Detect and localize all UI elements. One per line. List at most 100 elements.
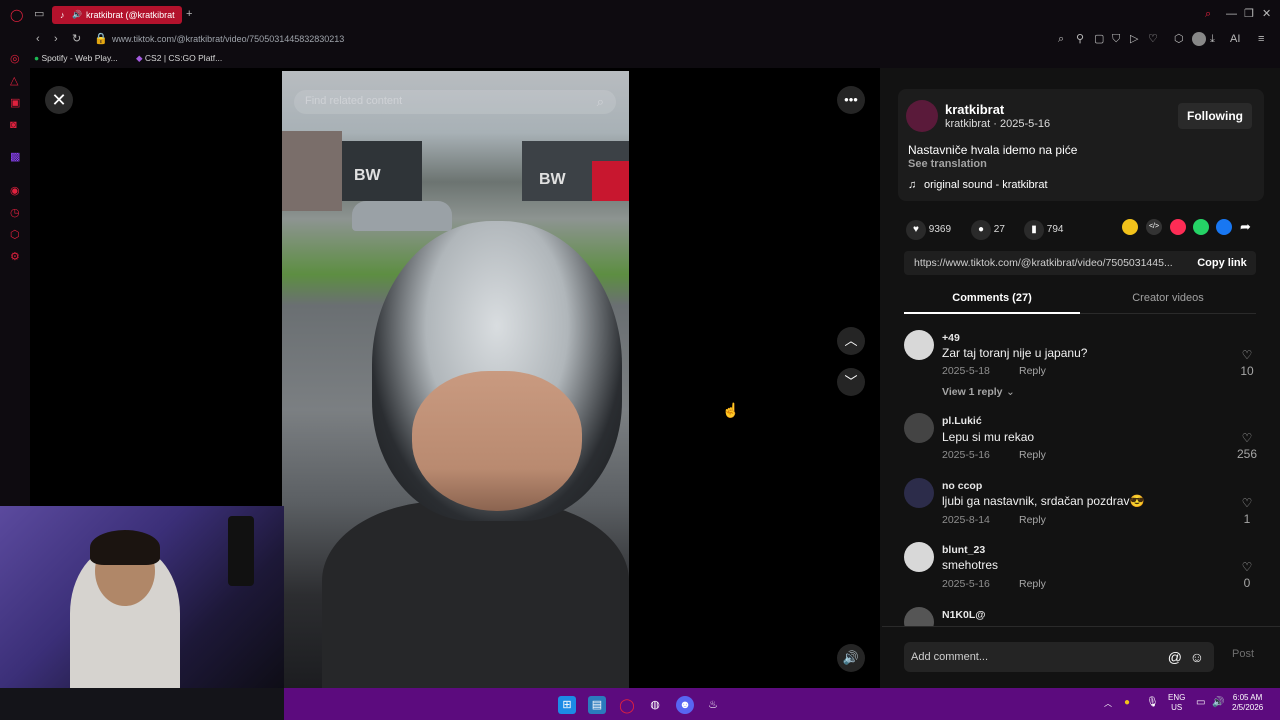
- sidebar-twitch-icon[interactable]: ▩: [10, 152, 20, 163]
- embed-icon[interactable]: </>: [1146, 219, 1162, 235]
- clock[interactable]: 6:05 AM 2/5/2026: [1232, 693, 1263, 713]
- comment-input[interactable]: Add comment... @ ☺: [904, 642, 1214, 672]
- author-avatar[interactable]: [906, 100, 938, 132]
- author-name[interactable]: kratkibrat: [945, 102, 1004, 117]
- commenter-avatar[interactable]: [904, 330, 934, 360]
- shield-icon[interactable]: ⛉: [1112, 34, 1120, 45]
- volume-button[interactable]: 🔊: [837, 644, 865, 672]
- tab-manager-icon[interactable]: ▭: [34, 9, 44, 20]
- snapshot-icon[interactable]: ▢: [1094, 34, 1104, 45]
- opera-taskbar-icon[interactable]: ◯: [618, 696, 636, 714]
- like-heart-icon[interactable]: ♡: [1232, 348, 1262, 362]
- search-icon[interactable]: ⌕: [1205, 9, 1211, 20]
- comments-list[interactable]: +49 Zar taj toranj nije u japanu? 2025-5…: [882, 320, 1280, 626]
- restore-icon[interactable]: ❐: [1244, 9, 1254, 20]
- commenter-avatar[interactable]: [904, 413, 934, 443]
- tab-creator-videos[interactable]: Creator videos: [1080, 290, 1256, 314]
- tray-app-icon[interactable]: ●: [1124, 698, 1130, 708]
- mention-icon[interactable]: @: [1168, 649, 1182, 665]
- bookmark-spotify[interactable]: ● Spotify - Web Play...: [34, 53, 118, 63]
- obs-icon[interactable]: ◍: [646, 696, 664, 714]
- search-icon[interactable]: ⌕: [597, 94, 604, 110]
- following-button[interactable]: Following: [1178, 103, 1252, 129]
- emoji-icon[interactable]: ☺: [1190, 649, 1204, 665]
- ai-icon[interactable]: AI: [1230, 34, 1240, 45]
- list-item: pl.Lukić Lepu si mu rekao 2025-5-16 Repl…: [882, 410, 1280, 474]
- comment-date: 2025-5-16: [942, 578, 990, 590]
- bookmark-cs2[interactable]: ◆ CS2 | CS:GO Platf...: [136, 53, 222, 64]
- extensions-icon[interactable]: ⬡: [1174, 34, 1184, 45]
- reply-button[interactable]: Reply: [1019, 514, 1046, 526]
- volume-icon[interactable]: 🔊: [1212, 698, 1224, 708]
- view-replies-button[interactable]: View 1 reply: [942, 386, 1003, 398]
- close-window-icon[interactable]: ✕: [1262, 9, 1271, 20]
- coin-share-icon[interactable]: [1122, 219, 1138, 235]
- commenter-avatar[interactable]: [904, 478, 934, 508]
- discord-icon[interactable]: ☻: [676, 696, 694, 714]
- likes-stat[interactable]: ♥ 9369: [906, 220, 951, 240]
- sidebar-settings-icon[interactable]: ⚙: [10, 252, 20, 263]
- menu-icon[interactable]: ≡: [1258, 34, 1264, 45]
- network-icon[interactable]: ▭: [1196, 698, 1205, 708]
- url-field[interactable]: www.tiktok.com/@kratkibrat/video/7505031…: [112, 34, 344, 44]
- zoom-icon[interactable]: ⌕: [1058, 34, 1064, 45]
- comments-stat[interactable]: ● 27: [971, 220, 1005, 240]
- sidebar-instagram-icon[interactable]: ◙: [10, 120, 17, 131]
- microphone-icon[interactable]: 🎙: [1146, 698, 1159, 708]
- saves-stat[interactable]: ▮ 794: [1024, 220, 1063, 240]
- post-button[interactable]: Post: [1232, 648, 1254, 660]
- commenter-avatar[interactable]: [904, 607, 934, 626]
- reply-button[interactable]: Reply: [1019, 449, 1046, 461]
- play-icon[interactable]: ▷: [1130, 34, 1138, 45]
- download-icon[interactable]: ⤓: [1210, 34, 1215, 45]
- see-translation-link[interactable]: See translation: [908, 158, 987, 170]
- comment-username[interactable]: N1K0L@: [942, 609, 986, 621]
- comment-username[interactable]: no ccop: [942, 480, 982, 492]
- reply-button[interactable]: Reply: [1019, 365, 1046, 377]
- reply-button[interactable]: Reply: [1019, 578, 1046, 590]
- tab-tiktok[interactable]: ♪ 🔊 kratkibrat (@kratkibrat: [52, 6, 182, 24]
- profile-avatar-icon[interactable]: [1192, 32, 1206, 46]
- send-to-friends-icon[interactable]: [1170, 219, 1186, 235]
- new-tab-icon[interactable]: +: [186, 9, 192, 20]
- like-heart-icon[interactable]: ♡: [1232, 496, 1262, 510]
- more-options-button[interactable]: •••: [837, 86, 865, 114]
- commenter-avatar[interactable]: [904, 542, 934, 572]
- sound-link[interactable]: original sound - kratkibrat: [924, 179, 1048, 191]
- speaker-icon[interactable]: 🔊: [72, 6, 82, 24]
- comment-username[interactable]: pl.Lukić: [942, 415, 982, 427]
- minimize-icon[interactable]: —: [1226, 9, 1237, 20]
- comment-username[interactable]: blunt_23: [942, 544, 985, 556]
- steam-icon[interactable]: ♨: [704, 696, 722, 714]
- comment-username[interactable]: +49: [942, 332, 960, 344]
- comment-text: smehotres: [942, 558, 999, 572]
- forward-icon[interactable]: ›: [54, 34, 58, 45]
- desktop-app-icon[interactable]: ▤: [588, 696, 606, 714]
- sidebar-extensions-icon[interactable]: ⬡: [10, 230, 20, 241]
- back-icon[interactable]: ‹: [36, 34, 40, 45]
- close-video-button[interactable]: ✕: [45, 86, 73, 114]
- sidebar-ai-icon[interactable]: △: [10, 76, 18, 87]
- copy-link-button[interactable]: Copy link: [1190, 251, 1254, 275]
- related-content-search[interactable]: Find related content ⌕: [294, 90, 616, 114]
- pin-icon[interactable]: ⚲: [1076, 34, 1084, 45]
- tab-comments[interactable]: Comments (27): [904, 290, 1080, 314]
- like-heart-icon[interactable]: ♡: [1232, 431, 1262, 445]
- video-player[interactable]: BW BW: [282, 71, 629, 688]
- sidebar-player-icon[interactable]: ◉: [10, 186, 20, 197]
- start-menu-icon[interactable]: ⊞: [558, 696, 576, 714]
- reload-icon[interactable]: ↻: [72, 34, 81, 45]
- tray-expand-icon[interactable]: ︿: [1104, 699, 1112, 709]
- sidebar-messenger-icon[interactable]: ▣: [10, 98, 20, 109]
- language-indicator[interactable]: ENG US: [1168, 693, 1185, 713]
- share-arrow-icon[interactable]: ➦: [1240, 219, 1251, 235]
- sidebar-history-icon[interactable]: ◷: [10, 208, 20, 219]
- sidebar-home-icon[interactable]: ◎: [10, 54, 20, 65]
- like-heart-icon[interactable]: ♡: [1232, 560, 1262, 574]
- previous-video-button[interactable]: ︿: [837, 327, 865, 355]
- next-video-button[interactable]: ﹀: [837, 368, 865, 396]
- whatsapp-icon[interactable]: [1193, 219, 1209, 235]
- facebook-icon[interactable]: [1216, 219, 1232, 235]
- opera-logo-icon[interactable]: ◯: [10, 9, 23, 21]
- heart-icon[interactable]: ♡: [1148, 34, 1158, 45]
